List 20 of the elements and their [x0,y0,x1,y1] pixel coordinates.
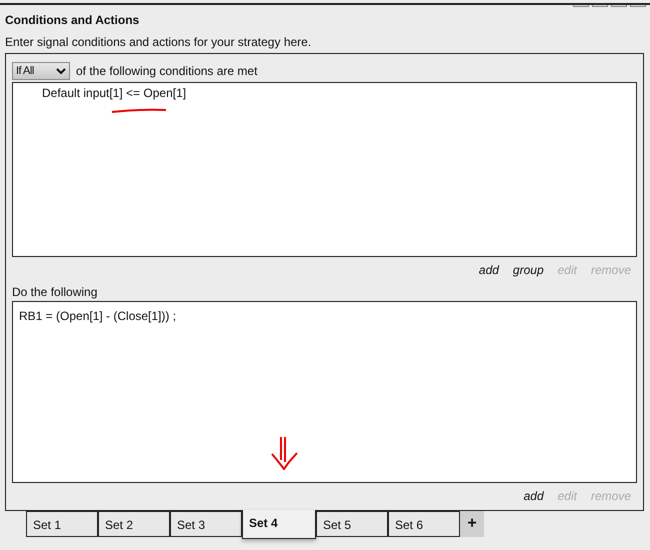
action-item[interactable]: RB1 = (Open[1] - (Close[1])) ; [19,308,630,324]
arrow-annotation [271,436,299,470]
condition-item[interactable]: Default input[1] <= Open[1] [19,85,630,101]
set-tab[interactable]: Set 4 [242,510,316,539]
set-tab[interactable]: Set 6 [388,511,460,537]
match-label: of the following conditions are met [76,64,258,78]
section-description: Enter signal conditions and actions for your strategy here. [4,34,312,51]
set-tab[interactable]: Set 2 [98,511,170,537]
add-tab-button[interactable]: + [460,511,484,537]
section-title: Conditions and Actions [4,12,140,29]
chevron-down-icon [56,68,66,74]
action-link[interactable]: group [512,263,544,279]
match-dropdown[interactable]: If All [12,62,70,80]
actions-heading: Do the following [12,284,98,301]
set-tab[interactable]: Set 3 [170,511,242,537]
underline-annotation [111,108,167,113]
set-tab[interactable]: Set 1 [26,511,98,537]
action-link[interactable]: add [524,489,544,505]
set-tab[interactable]: Set 5 [316,511,388,537]
action-link[interactable]: add [478,263,499,279]
